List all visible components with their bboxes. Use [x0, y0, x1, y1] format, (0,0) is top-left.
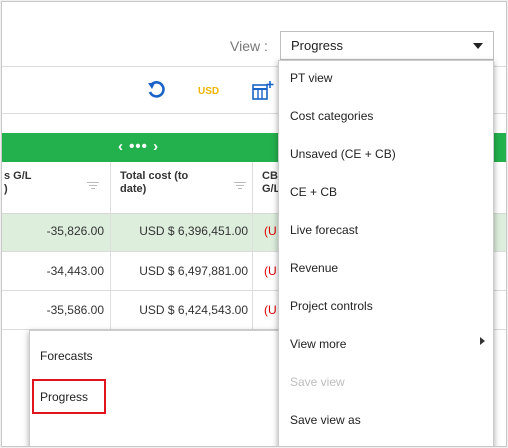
- cell-total-cost: USD $ 6,396,451.00: [139, 224, 248, 238]
- cell-gl: -35,826.00: [46, 224, 104, 238]
- selection-highlight: [32, 379, 106, 414]
- cell-total-cost: USD $ 6,424,543.00: [139, 303, 248, 317]
- chevron-right-icon: [480, 337, 485, 345]
- chevron-down-icon: [473, 43, 483, 49]
- menu-item-save-view: Save view: [290, 375, 345, 389]
- view-select-value: Progress: [291, 38, 344, 53]
- cell-cb: (U: [264, 264, 277, 278]
- column-header-gl[interactable]: s G/L ): [4, 170, 32, 196]
- column-add-icon[interactable]: [252, 80, 274, 100]
- filter-icon[interactable]: [234, 182, 246, 190]
- cell-gl: -34,443.00: [46, 264, 104, 278]
- cell-cb: (U: [264, 303, 277, 317]
- app-window: View : Progress USD ‹ ••• › s G/L ) Tota…: [1, 1, 507, 447]
- filter-icon[interactable]: [87, 182, 99, 190]
- menu-item-save-view-as[interactable]: Save view as: [290, 413, 361, 427]
- menu-item-revenue[interactable]: Revenue: [290, 261, 338, 275]
- view-label: View :: [230, 38, 268, 54]
- view-dropdown-menu: PT view Cost categories Unsaved (CE + CB…: [278, 60, 494, 446]
- menu-item-cost-categories[interactable]: Cost categories: [290, 109, 373, 123]
- menu-item-pt-view[interactable]: PT view: [290, 71, 332, 85]
- menu-item-project-controls[interactable]: Project controls: [290, 299, 373, 313]
- column-pager[interactable]: ‹ ••• ›: [118, 138, 159, 155]
- undo-icon[interactable]: [146, 80, 166, 100]
- submenu-item-forecasts[interactable]: Forecasts: [40, 349, 93, 363]
- menu-item-view-more[interactable]: View more: [290, 337, 346, 351]
- view-select[interactable]: Progress: [280, 31, 494, 60]
- currency-toggle[interactable]: USD: [198, 86, 219, 97]
- cell-gl: -35,586.00: [46, 303, 104, 317]
- cell-cb: (U: [264, 224, 277, 238]
- column-header-total-cost[interactable]: Total cost (to date): [120, 170, 188, 196]
- menu-item-ce-cb[interactable]: CE + CB: [290, 185, 337, 199]
- cell-total-cost: USD $ 6,497,881.00: [139, 264, 248, 278]
- menu-item-unsaved[interactable]: Unsaved (CE + CB): [290, 147, 396, 161]
- menu-item-live-forecast[interactable]: Live forecast: [290, 223, 358, 237]
